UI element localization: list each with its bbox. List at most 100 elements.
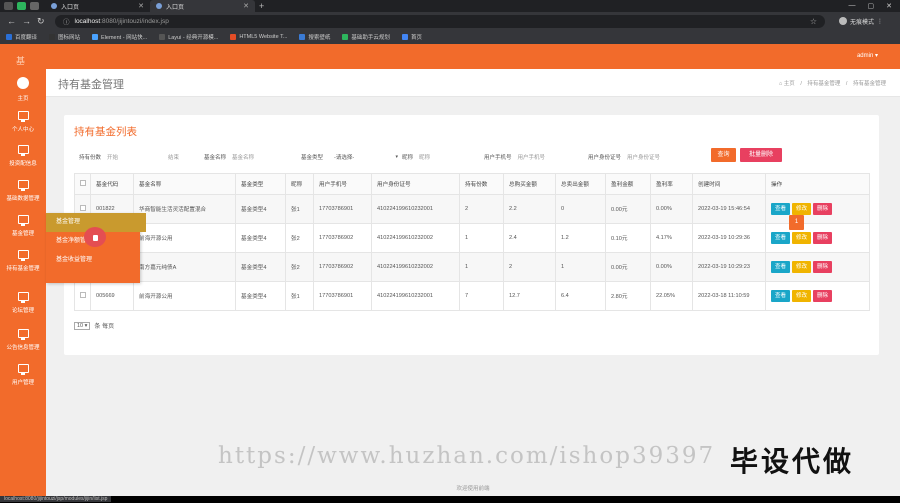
column-header: 创建时间: [692, 173, 766, 195]
edit-button[interactable]: 修改: [792, 232, 812, 244]
delete-button[interactable]: 删除: [813, 290, 833, 302]
edit-button[interactable]: 修改: [792, 261, 812, 273]
delete-button[interactable]: 删除: [813, 203, 833, 215]
cell-phone: 17703786902: [313, 252, 372, 282]
bookmark-label: HTML5 Website T...: [239, 34, 288, 40]
new-tab-icon[interactable]: +: [259, 1, 264, 11]
admin-user-menu[interactable]: admin ▾: [857, 52, 878, 59]
bookmark-favicon-icon: [342, 34, 349, 40]
search-button[interactable]: 查询: [711, 148, 736, 162]
sidebar: 基 主页 个人中心 投资配信息 基础数据管理 基金管理 持有基金管理 论坛管理 公告信息管理用…: [0, 44, 46, 496]
phone-label: 用户手机号: [484, 155, 512, 161]
name-label: 基金名称: [204, 155, 227, 161]
monitor-icon: [17, 329, 29, 340]
breadcrumb-home[interactable]: 主页: [784, 81, 795, 87]
row-checkbox[interactable]: [80, 205, 86, 211]
bookmark-item[interactable]: 百度翻译: [6, 33, 37, 41]
page-size-select[interactable]: 10 ▾: [74, 321, 91, 330]
cell-type: 基金类型4: [235, 223, 286, 253]
edit-button[interactable]: 修改: [792, 290, 812, 302]
breadcrumb: ⌂ 主页 / 持有基金管理 / 持有基金管理: [778, 81, 886, 87]
edit-button[interactable]: 修改: [792, 203, 812, 215]
hold-to-input[interactable]: 结束: [168, 153, 179, 161]
sidebar-item[interactable]: 论坛管理: [0, 292, 46, 314]
pagination-page-1[interactable]: 1: [789, 215, 804, 230]
delete-button[interactable]: 删除: [813, 261, 833, 273]
sidebar-item[interactable]: 基础数据管理: [0, 180, 46, 202]
minimize-icon[interactable]: —: [849, 2, 856, 10]
idno-label: 用户身份证号: [588, 155, 622, 161]
maximize-icon[interactable]: ▢: [868, 2, 875, 10]
cell-idno: 410224199610232001: [371, 194, 460, 224]
back-arrow-icon[interactable]: [30, 2, 39, 10]
sidebar-item[interactable]: 主页: [0, 77, 46, 102]
hold-from-input[interactable]: 开始: [107, 153, 118, 161]
name-input[interactable]: 基金名称: [232, 153, 254, 161]
bookmark-label: Element - 网站快...: [101, 35, 148, 41]
view-button[interactable]: 查看: [771, 232, 791, 244]
select-all-checkbox[interactable]: [80, 180, 86, 186]
sidebar-item[interactable]: 公告信息管理: [0, 329, 46, 351]
idno-input[interactable]: 用户身份证号: [627, 153, 660, 161]
incognito-profile[interactable]: 无痕模式 ⋮: [839, 17, 883, 26]
delete-button[interactable]: 删除: [813, 232, 833, 244]
row-checkbox[interactable]: [80, 292, 86, 298]
sidebar-item[interactable]: 个人中心: [0, 111, 46, 133]
page-header: 持有基金管理 ⌂ 主页 / 持有基金管理 / 持有基金管理: [46, 69, 900, 97]
sidebar-item[interactable]: 基金管理: [0, 215, 46, 237]
view-button[interactable]: 查看: [771, 203, 791, 215]
cell-name: 华商智能生活灵活配置混合: [133, 194, 236, 224]
reload-icon[interactable]: ↻: [37, 16, 45, 27]
bookmark-item[interactable]: 搜索壁纸: [299, 33, 330, 41]
column-header: 总卖出金额: [555, 173, 606, 195]
column-header: 基金代码: [90, 173, 134, 195]
bookmark-favicon-icon: [230, 34, 237, 40]
bookmark-label: 基础助手云规划: [351, 35, 390, 41]
page-info-icon[interactable]: ⓘ: [63, 16, 70, 26]
bookmark-star-icon[interactable]: ☆: [810, 17, 817, 26]
sidebar-item[interactable]: 用户管理: [0, 364, 46, 386]
forward-icon[interactable]: →: [22, 16, 31, 26]
breadcrumb-section[interactable]: 持有基金管理: [807, 81, 840, 87]
cell-phone: 17703786902: [313, 223, 372, 253]
type-select-value: -请选择-: [334, 154, 355, 161]
table-row: 001822 华商智能生活灵活配置混合 基金类型4 张1 17703786901 4102…: [74, 194, 870, 224]
row-actions: 查看 修改 删除: [765, 223, 870, 253]
more-menu-icon[interactable]: ⋮: [877, 18, 883, 25]
nick-label: 昵称: [402, 155, 414, 161]
tab-1[interactable]: 入口页 ✕: [45, 0, 150, 12]
type-select[interactable]: -请选择- ▾: [334, 152, 398, 161]
submenu-item-profit[interactable]: 基金收益管理: [46, 251, 140, 270]
row-actions: 查看 修改 删除: [765, 252, 870, 282]
footer: 欢迎使用前端: [456, 486, 490, 492]
sidebar-item[interactable]: 投资配信息: [0, 145, 46, 167]
watermark-text: 毕设代做: [730, 446, 855, 477]
view-button[interactable]: 查看: [771, 261, 791, 273]
bookmark-item[interactable]: Element - 网站快...: [92, 33, 147, 41]
bookmark-item[interactable]: 基础助手云规划: [342, 33, 390, 41]
cell-name: 前海开源公用: [133, 223, 236, 253]
nick-input[interactable]: 昵称: [419, 153, 430, 161]
nick-filter: 昵称 昵称: [402, 153, 430, 161]
bookmark-item[interactable]: Layui - 经典开源模...: [159, 33, 218, 41]
bookmark-item[interactable]: HTML5 Website T...: [230, 34, 287, 40]
tab-close-icon[interactable]: ✕: [243, 2, 249, 10]
browser-menu-icon[interactable]: [4, 2, 13, 10]
table-row: 前海开源公用 基金类型4 张2 17703786902 4102241996102320…: [74, 223, 870, 253]
bookmark-item[interactable]: 首页: [401, 33, 422, 41]
batch-delete-button[interactable]: 批量删除: [740, 148, 782, 162]
phone-input[interactable]: 用户手机号: [518, 153, 546, 161]
close-window-icon[interactable]: ✕: [886, 2, 892, 10]
tab-close-icon[interactable]: ✕: [138, 2, 144, 10]
url-path: :8080/jijintouzi/index.jsp: [100, 17, 169, 25]
cell-idno: 410224199610232001: [371, 281, 460, 311]
sidebar-item-label: 基础数据管理: [6, 196, 40, 202]
extension-icon[interactable]: [17, 2, 26, 10]
url-input[interactable]: ⓘ localhost:8080/jijintouzi/index.jsp ☆: [55, 14, 825, 28]
back-icon[interactable]: ←: [7, 16, 16, 26]
view-button[interactable]: 查看: [771, 290, 791, 302]
tab-2[interactable]: 入口页 ✕: [150, 0, 255, 12]
bookmark-item[interactable]: 图标网站: [49, 33, 80, 41]
sidebar-item[interactable]: 持有基金管理: [0, 250, 46, 272]
monitor-icon: [17, 145, 29, 156]
